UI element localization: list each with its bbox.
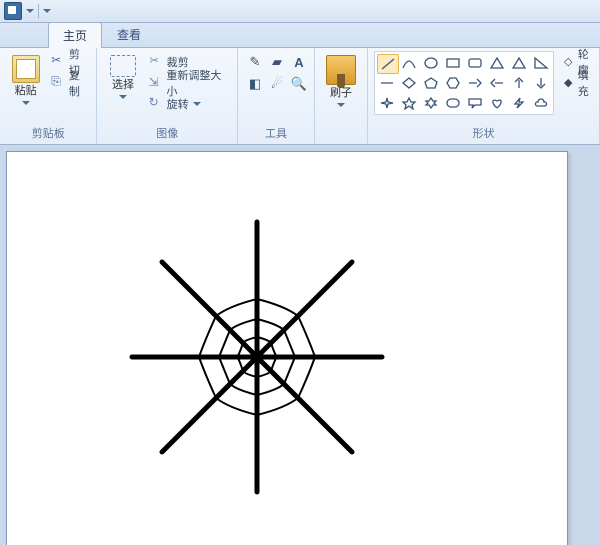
shape-line[interactable] [377,54,399,74]
magnifier-tool[interactable]: 🔍 [288,73,310,95]
brushes-button[interactable]: 刷子 [321,51,361,109]
group-clipboard: 粘贴 剪切 复制 剪贴板 [0,48,97,144]
shapes-gallery[interactable] [374,51,554,115]
qat-separator [38,4,39,18]
canvas-drawing [117,212,397,502]
group-label-shapes: 形状 [374,123,593,144]
shape-hexagon[interactable] [443,74,463,92]
app-menu-dropdown-icon[interactable] [26,7,34,15]
group-shapes: ◇ 轮廓 ◆ 填充 形状 [368,48,600,144]
cut-icon [51,55,65,69]
app-menu-button[interactable] [4,2,22,20]
resize-icon [149,76,163,90]
outline-icon: ◇ [564,55,574,69]
pencil-tool[interactable]: ✎ [244,51,266,73]
shape-curve[interactable] [399,54,419,72]
eraser-tool[interactable]: ◧ [244,73,266,95]
workspace [0,145,600,545]
rotate-dropdown-icon[interactable] [193,100,201,108]
paint-window: 主页 查看 粘贴 剪切 复制 [0,0,600,545]
brushes-dropdown-icon[interactable] [337,101,345,109]
shape-oval[interactable] [421,54,441,72]
copy-label: 复制 [69,67,91,99]
group-brushes: 刷子 [315,48,368,144]
copy-button[interactable]: 复制 [51,74,90,92]
group-label-clipboard: 剪贴板 [6,123,90,144]
resize-button[interactable]: 重新调整大小 [149,74,231,92]
rotate-button[interactable]: 旋转 [149,95,231,113]
text-tool[interactable]: A [288,51,310,73]
crop-icon [149,55,163,69]
shape-arrow-left[interactable] [487,74,507,92]
shape-cloud[interactable] [531,94,551,112]
shape-star5[interactable] [399,94,419,112]
shape-star6[interactable] [421,94,441,112]
fill-tool[interactable]: ▰ [266,51,288,73]
qat-customize-dropdown-icon[interactable] [43,7,51,15]
ribbon-tabstrip: 主页 查看 [0,23,600,48]
shape-rounded[interactable] [443,94,463,112]
select-label: 选择 [112,79,134,91]
fill-label: 填充 [578,67,593,99]
paste-dropdown-icon[interactable] [22,99,30,107]
shape-heart[interactable] [487,94,507,112]
tools-grid: ✎ ▰ A ◧ ☄ 🔍 [244,51,308,93]
title-bar [0,0,600,23]
rotate-icon [149,97,163,111]
group-label-tools: 工具 [244,123,308,144]
rotate-label: 旋转 [167,96,189,112]
select-button[interactable]: 选择 [103,51,142,101]
brushes-label: 刷子 [330,87,352,99]
fill-icon: ◆ [564,76,574,90]
shape-round-rect[interactable] [465,54,485,72]
shape-triangle[interactable] [509,54,529,72]
brush-icon [326,55,356,85]
shape-arrow-down[interactable] [531,74,551,92]
shape-right-triangle[interactable] [531,54,551,72]
shape-arrow-right[interactable] [465,74,485,92]
select-icon [110,55,136,77]
shape-pentagon[interactable] [421,74,441,92]
paste-label: 粘贴 [15,85,37,97]
group-image: 选择 裁剪 重新调整大小 旋转 [97,48,238,144]
paste-icon [12,55,40,83]
shape-line2[interactable] [377,74,397,92]
shape-callout[interactable] [465,94,485,112]
shape-polygon[interactable] [487,54,507,72]
paste-button[interactable]: 粘贴 [6,51,45,107]
drawing-canvas[interactable] [6,151,568,545]
group-tools: ✎ ▰ A ◧ ☄ 🔍 工具 [238,48,315,144]
quick-access-toolbar [0,2,55,20]
shape-arrow-up[interactable] [509,74,529,92]
color-picker-tool[interactable]: ☄ [266,73,288,95]
shape-fill-button[interactable]: ◆ 填充 [564,74,593,92]
shape-lightning[interactable] [509,94,529,112]
tab-home[interactable]: 主页 [48,22,102,48]
select-dropdown-icon[interactable] [119,93,127,101]
copy-icon [51,76,65,90]
group-label-image: 图像 [103,123,231,144]
shape-diamond[interactable] [399,74,419,92]
shape-star4[interactable] [377,94,397,112]
tab-view[interactable]: 查看 [102,21,156,47]
shape-rect[interactable] [443,54,463,72]
ribbon: 粘贴 剪切 复制 剪贴板 [0,48,600,145]
group-label-brushes [321,127,361,144]
